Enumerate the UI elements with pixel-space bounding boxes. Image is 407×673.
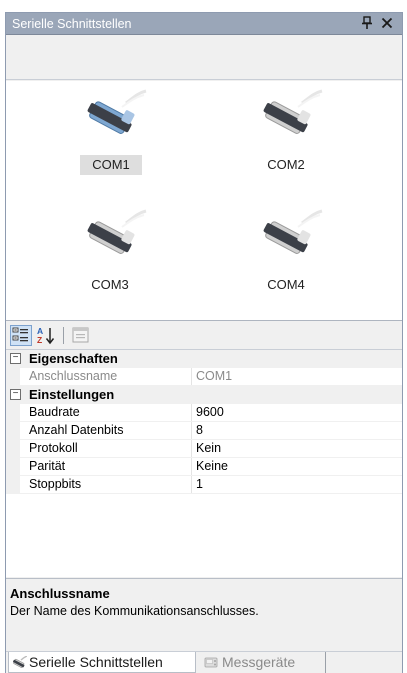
property-name: Stoppbits [29, 477, 82, 491]
row-line [20, 493, 402, 494]
property-value[interactable]: 9600 [196, 405, 224, 419]
panel-title: Serielle Schnittstellen [12, 17, 132, 31]
description-text: Der Name des Kommunikationsanschlusses. [10, 604, 259, 618]
row-gutter [6, 476, 20, 494]
category-row-eigenschaften[interactable]: − Eigenschaften [6, 350, 402, 368]
tab-serielle-schnittstellen[interactable]: Serielle Schnittstellen [8, 652, 196, 673]
property-row-paritaet[interactable]: Parität Keine [6, 458, 402, 476]
description-title: Anschlussname [10, 586, 110, 601]
row-gutter [6, 368, 20, 386]
collapse-icon[interactable]: − [10, 353, 21, 364]
serial-connector-icon [263, 89, 323, 134]
property-pages-icon [72, 327, 89, 343]
category-name: Einstellungen [29, 387, 115, 402]
property-row-stoppbits[interactable]: Stoppbits 1 [6, 476, 402, 494]
serial-cable-icon [13, 656, 27, 668]
property-name: Baudrate [29, 405, 80, 419]
port-label: COM2 [267, 157, 305, 172]
cropped-caption-strip [0, 0, 407, 12]
port-label: COM4 [267, 277, 305, 292]
row-gutter [6, 458, 20, 476]
port-item-com2[interactable]: COM2 [226, 85, 346, 185]
svg-text:Z: Z [37, 335, 42, 345]
port-label: COM1 [80, 155, 142, 175]
column-divider [191, 440, 192, 458]
category-name: Eigenschaften [29, 351, 118, 366]
panel-titlebar: Serielle Schnittstellen [6, 13, 402, 35]
tab-label: Messgeräte [222, 654, 296, 670]
alphabetical-sort-button[interactable]: A Z [36, 325, 56, 346]
property-name: Protokoll [29, 441, 78, 455]
panel-toolbar [6, 36, 402, 80]
toolbar-separator [63, 327, 64, 344]
property-name: Anzahl Datenbits [29, 423, 124, 437]
serial-connector-icon [263, 209, 323, 254]
port-label: COM3 [91, 277, 129, 292]
column-divider [191, 368, 192, 386]
port-item-com1[interactable]: COM1 [50, 85, 170, 185]
collapse-icon[interactable]: − [10, 389, 21, 400]
port-item-com4[interactable]: COM4 [226, 205, 346, 305]
serial-connector-icon [87, 209, 147, 254]
sort-az-icon: A Z [37, 326, 55, 345]
property-description-pane: Anschlussname Der Name des Kommunikation… [6, 578, 402, 648]
categorized-view-icon [12, 327, 28, 342]
row-gutter [6, 422, 20, 440]
tab-label: Serielle Schnittstellen [29, 654, 163, 670]
serial-connector-icon [87, 89, 147, 134]
column-divider [191, 476, 192, 494]
column-divider [191, 458, 192, 476]
panel-tab-strip: Serielle Schnittstellen Messgeräte [6, 651, 402, 673]
close-icon[interactable] [380, 15, 394, 31]
column-divider [191, 422, 192, 440]
row-gutter [6, 404, 20, 422]
property-row-protokoll[interactable]: Protokoll Kein [6, 440, 402, 458]
categorized-view-button[interactable] [10, 325, 32, 346]
property-name: Anschlussname [29, 369, 118, 383]
property-value[interactable]: 1 [196, 477, 203, 491]
property-row-anzahl-datenbits[interactable]: Anzahl Datenbits 8 [6, 422, 402, 440]
property-grid-toolbar: A Z [6, 322, 402, 349]
property-value: COM1 [196, 369, 233, 383]
property-value[interactable]: Kein [196, 441, 221, 455]
property-pages-button[interactable] [70, 325, 92, 346]
column-divider [191, 404, 192, 422]
property-grid: − Eigenschaften Anschlussname COM1 − Ein… [6, 349, 402, 577]
port-list: COM1 COM2 COM3 COM4 [6, 81, 402, 321]
row-gutter [6, 440, 20, 458]
category-row-einstellungen[interactable]: − Einstellungen [6, 386, 402, 404]
port-item-com3[interactable]: COM3 [50, 205, 170, 305]
property-row-anschlussname[interactable]: Anschlussname COM1 [6, 368, 402, 386]
property-value[interactable]: Keine [196, 459, 228, 473]
tab-messgeraete[interactable]: Messgeräte [198, 652, 326, 673]
property-name: Parität [29, 459, 66, 473]
serial-ports-panel: Serielle Schnittstellen COM1 COM2 COM3 C… [5, 12, 403, 673]
property-row-baudrate[interactable]: Baudrate 9600 [6, 404, 402, 422]
pin-icon[interactable] [360, 16, 374, 30]
property-value[interactable]: 8 [196, 423, 203, 437]
instrument-icon [204, 657, 218, 668]
